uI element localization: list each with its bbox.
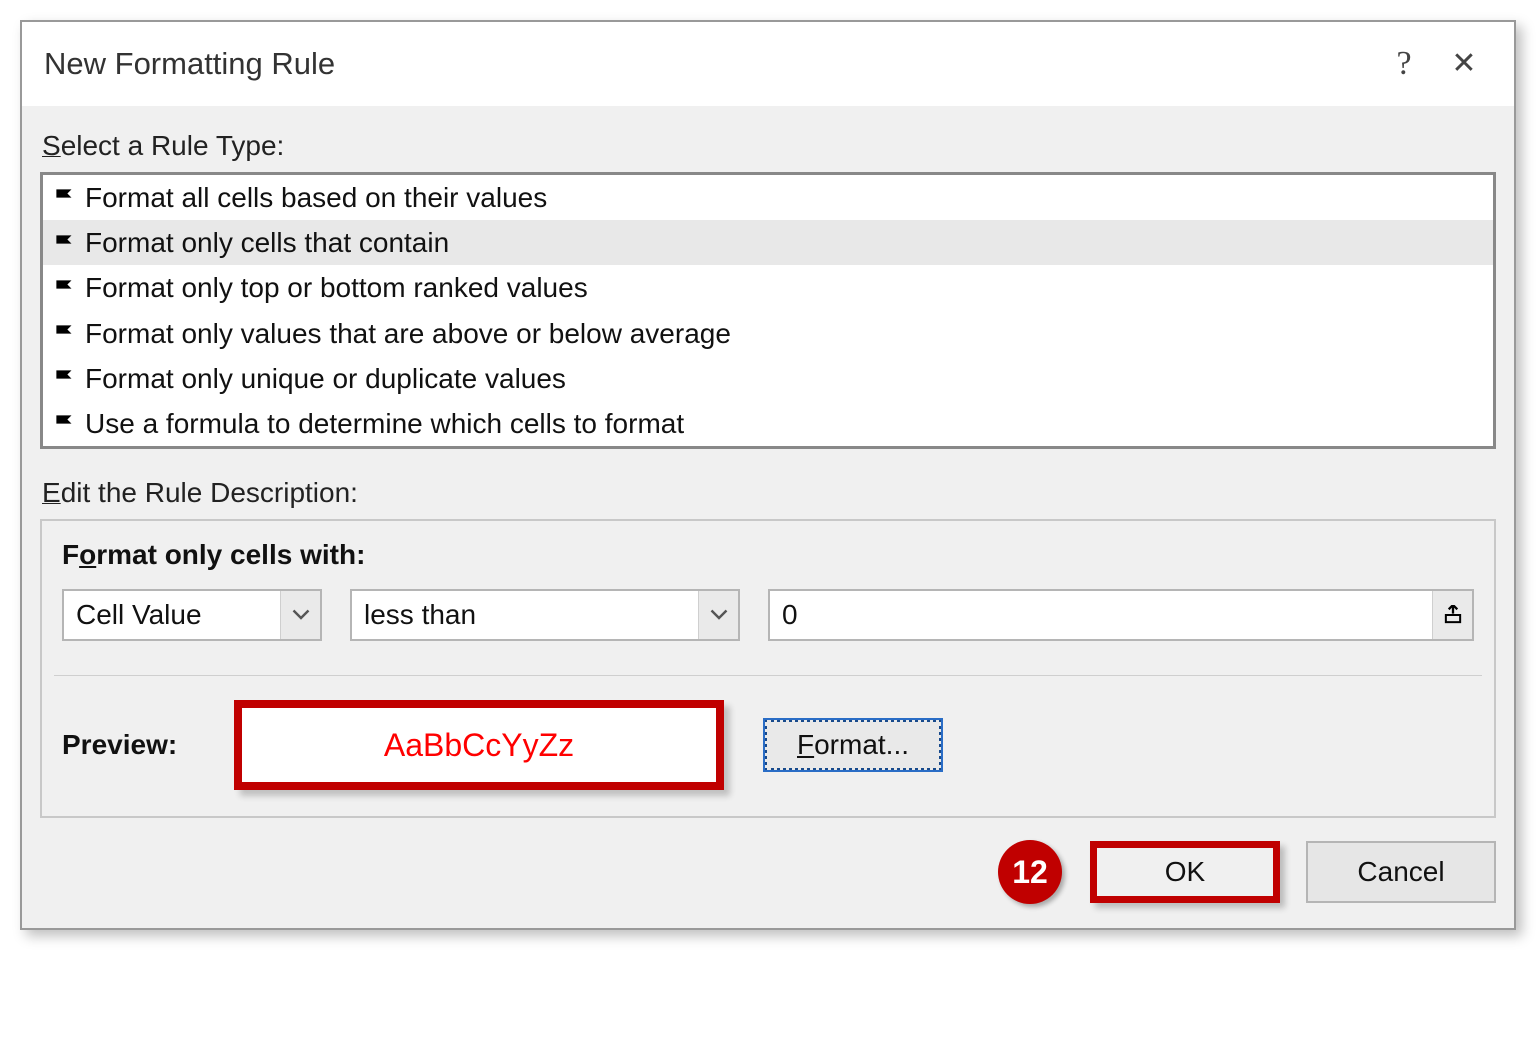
divider [54,675,1482,676]
rule-type-label: Format all cells based on their values [85,178,547,217]
rule-type-item[interactable]: Format only cells that contain [43,220,1493,265]
threshold-input[interactable] [770,591,1432,639]
flag-icon [55,188,77,205]
dialog-footer: 12 OK Cancel [40,840,1496,904]
step-badge: 12 [998,840,1062,904]
preview-label: Preview: [62,729,212,761]
preview-sample: AaBbCcYyZz [234,700,724,790]
rule-type-item[interactable]: Format only top or bottom ranked values [43,265,1493,310]
combo-label: Cell Value [76,599,280,631]
flag-icon [55,414,77,431]
chevron-down-icon [280,591,320,639]
ok-button[interactable]: OK [1090,841,1280,903]
format-button[interactable]: Format... [764,719,942,771]
cancel-button[interactable]: Cancel [1306,841,1496,903]
new-formatting-rule-dialog: New Formatting Rule ? ✕ Select a Rule Ty… [20,20,1516,930]
edit-rule-description-label: Edit the Rule Description: [42,477,1496,509]
condition-controls: Cell Value less than [62,589,1474,641]
value-input-wrap [768,589,1474,641]
rule-type-label: Use a formula to determine which cells t… [85,404,684,443]
titlebar: New Formatting Rule ? ✕ [22,22,1514,106]
chevron-down-icon [698,591,738,639]
collapse-dialog-icon[interactable] [1432,591,1472,639]
flag-icon [55,369,77,386]
cell-value-combo[interactable]: Cell Value [62,589,322,641]
rule-type-item[interactable]: Use a formula to determine which cells t… [43,401,1493,446]
select-rule-type-label: Select a Rule Type: [42,130,1496,162]
combo-label: less than [364,599,698,631]
flag-icon [55,324,77,341]
format-only-cells-with-label: Format only cells with: [62,539,1474,571]
rule-type-label: Format only unique or duplicate values [85,359,566,398]
rule-description-panel: Format only cells with: Cell Value less … [40,519,1496,818]
rule-type-item[interactable]: Format only unique or duplicate values [43,356,1493,401]
rule-type-label: Format only values that are above or bel… [85,314,731,353]
dialog-content: Select a Rule Type: Format all cells bas… [22,106,1514,928]
preview-row: Preview: AaBbCcYyZz Format... [62,700,1474,790]
rule-type-item[interactable]: Format all cells based on their values [43,175,1493,220]
dialog-title: New Formatting Rule [44,46,1374,82]
help-icon[interactable]: ? [1374,47,1434,81]
flag-icon [55,234,77,251]
rule-type-list[interactable]: Format all cells based on their values F… [40,172,1496,449]
close-icon[interactable]: ✕ [1434,49,1494,79]
rule-type-label: Format only cells that contain [85,223,449,262]
operator-combo[interactable]: less than [350,589,740,641]
rule-type-item[interactable]: Format only values that are above or bel… [43,311,1493,356]
flag-icon [55,279,77,296]
rule-type-label: Format only top or bottom ranked values [85,268,588,307]
